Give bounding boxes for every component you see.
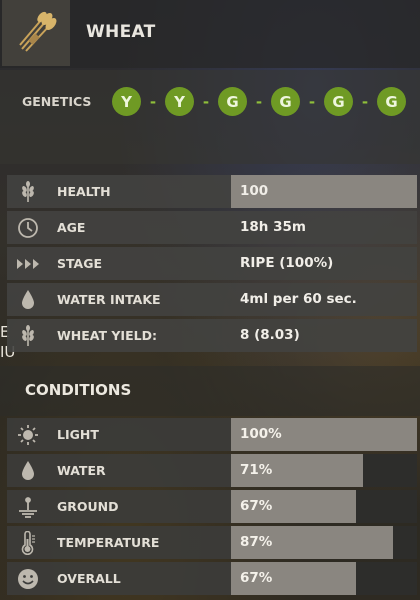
stats-list: HEALTH 100 AGE 18h 35m STAGE RIPE (100%)… [7,175,417,355]
stat-label: WHEAT YIELD: [57,328,157,343]
stat-row-stage: STAGE RIPE (100%) [7,247,417,280]
plant-title: WHEAT [86,22,156,42]
stat-value: 8 (8.03) [240,327,300,343]
stat-label: WATER INTAKE [57,292,161,307]
gene-separator: - [149,92,157,111]
gene-badge: Y [165,87,194,116]
thermometer-icon [15,530,41,556]
plant-header: WHEAT [0,0,420,68]
condition-row-ground: GROUND 67% [7,490,417,523]
stat-value: RIPE (100%) [240,255,334,271]
stat-row-water-intake: WATER INTAKE 4ml per 60 sec. [7,283,417,316]
water-drop-icon [15,458,41,484]
conditions-title: CONDITIONS [25,381,132,399]
stat-value: 18h 35m [240,219,306,235]
condition-value: 100% [240,426,282,442]
sun-icon [15,422,41,448]
conditions-list: LIGHT 100% WATER 71% GROUND 67% TEMPERAT… [7,418,417,598]
gene-separator: - [255,92,263,111]
stat-value: 100 [240,183,269,199]
stat-row-wheat-yield: WHEAT YIELD: 8 (8.03) [7,319,417,352]
genetics-label: GENETICS [22,94,92,109]
condition-label: OVERALL [57,571,121,586]
condition-label: LIGHT [57,427,99,442]
gene-badge: G [271,87,300,116]
gene-list: Y-Y-G-G-G-G [112,87,406,116]
gene-separator: - [308,92,316,111]
condition-row-overall: OVERALL 67% [7,562,417,595]
condition-label: GROUND [57,499,119,514]
gene-separator: - [202,92,210,111]
gene-badge: G [377,87,406,116]
water-drop-icon [15,287,41,313]
stat-label: STAGE [57,256,103,271]
condition-value: 67% [240,498,273,514]
gene-badge: Y [112,87,141,116]
condition-row-temperature: TEMPERATURE 87% [7,526,417,559]
stat-label: AGE [57,220,86,235]
ground-icon [15,494,41,520]
stat-row-age: AGE 18h 35m [7,211,417,244]
condition-label: TEMPERATURE [57,535,160,550]
wheat-icon [15,179,41,205]
stat-label: HEALTH [57,184,111,199]
wheat-bundle-icon [2,0,70,66]
wheat-icon [15,323,41,349]
condition-value: 71% [240,462,273,478]
clock-icon [15,215,41,241]
gene-badge: G [218,87,247,116]
condition-row-light: LIGHT 100% [7,418,417,451]
condition-row-water: WATER 71% [7,454,417,487]
stat-row-health: HEALTH 100 [7,175,417,208]
condition-value: 87% [240,534,273,550]
gene-separator: - [361,92,369,111]
genetics-panel: GENETICS Y-Y-G-G-G-G [0,70,420,164]
condition-value: 67% [240,570,273,586]
gene-badge: G [324,87,353,116]
stage-chevrons-icon [15,251,41,277]
stat-value: 4ml per 60 sec. [240,291,357,307]
condition-label: WATER [57,463,106,478]
smiley-icon [15,566,41,592]
